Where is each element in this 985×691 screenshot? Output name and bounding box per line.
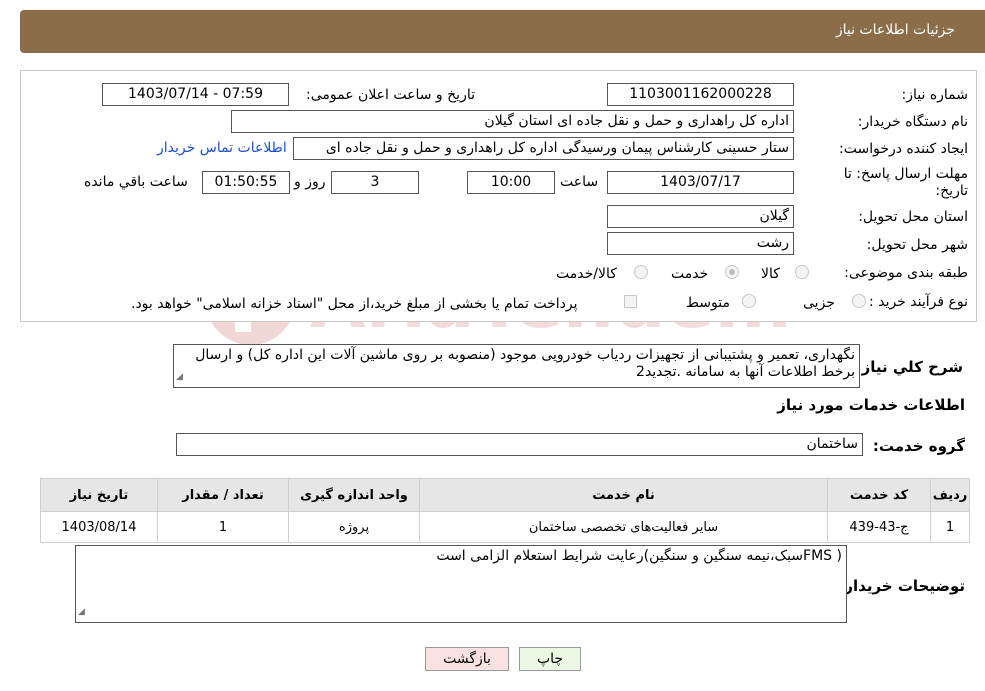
resize-grip-icon[interactable]: ◢	[176, 369, 183, 386]
table-row: 1 ج-43-439 سایر فعالیت‌های تخصصی ساختمان…	[40, 511, 970, 543]
page-header: جزئیات اطلاعات نیاز	[20, 10, 985, 53]
cell-quantity: 1	[157, 511, 289, 543]
category-service-label: خدمت	[671, 266, 709, 282]
col-quantity: تعداد / مقدار	[157, 478, 289, 512]
need-number-label: شماره نیاز:	[901, 87, 969, 103]
col-unit: واحد اندازه گیری	[288, 478, 420, 512]
buyer-contact-link[interactable]: اطلاعات تماس خریدار	[157, 140, 287, 156]
service-group-label: گروه خدمت:	[872, 437, 965, 455]
remaining-days-field: 3	[331, 171, 419, 194]
province-label: استان محل تحویل:	[858, 209, 968, 225]
details-panel	[20, 70, 977, 322]
col-service-code: کد خدمت	[827, 478, 931, 512]
services-table-header: ردیف کد خدمت نام خدمت واحد اندازه گیری ت…	[40, 478, 970, 512]
description-label: شرح کلي نیاز:	[855, 358, 963, 376]
purchase-medium-radio[interactable]	[742, 294, 756, 308]
remaining-label: ساعت باقي مانده	[84, 174, 188, 190]
col-service-name: نام خدمت	[419, 478, 828, 512]
cell-service-name: سایر فعالیت‌های تخصصی ساختمان	[419, 511, 828, 543]
service-group-field: ساختمان	[176, 433, 863, 456]
buyer-notes-text: ( FMSسبک،نیمه سنگین و سنگین)رعایت شرایط …	[436, 548, 842, 564]
purchase-minor-label: جزیی	[803, 295, 835, 311]
resize-grip-icon[interactable]: ◢	[78, 604, 85, 621]
deadline-label: مهلت ارسال پاسخ: تا	[843, 166, 968, 182]
cell-service-code: ج-43-439	[827, 511, 931, 543]
col-need-date: تاریخ نیاز	[40, 478, 158, 512]
col-row-number: ردیف	[930, 478, 970, 512]
services-table: ردیف کد خدمت نام خدمت واحد اندازه گیری ت…	[40, 478, 970, 543]
cell-row-number: 1	[930, 511, 970, 543]
category-label: طبقه بندی موضوعی:	[844, 265, 968, 281]
print-button[interactable]: چاپ	[519, 647, 581, 671]
buyer-org-label: نام دستگاه خریدار:	[857, 114, 968, 130]
back-button[interactable]: بازگشت	[425, 647, 509, 671]
category-goods-service-label: کالا/خدمت	[556, 266, 617, 282]
category-goods-radio[interactable]	[795, 265, 809, 279]
cell-unit: پروژه	[288, 511, 420, 543]
days-label: روز و	[294, 174, 326, 190]
services-section-title: اطلاعات خدمات مورد نیاز	[777, 396, 965, 414]
description-text: نگهداری، تعمیر و پشتیبانی از تجهیزات ردی…	[195, 347, 855, 380]
deadline-time-label: ساعت	[560, 174, 599, 190]
purchase-minor-radio[interactable]	[852, 294, 866, 308]
deadline-time-field: 10:00	[467, 171, 555, 194]
purchase-medium-label: متوسط	[686, 295, 730, 311]
announce-datetime-label: تاریخ و ساعت اعلان عمومی:	[306, 87, 475, 103]
purchase-type-label: نوع فرآیند خرید :	[869, 294, 968, 310]
province-field: گیلان	[607, 205, 794, 228]
buyer-notes-label: توضیحات خریدار:	[838, 577, 965, 595]
buyer-notes-textarea[interactable]: ( FMSسبک،نیمه سنگین و سنگین)رعایت شرایط …	[75, 545, 847, 623]
deadline-label-date: تاریخ:	[935, 183, 968, 199]
announce-datetime-field: 1403/07/14 - 07:59	[102, 83, 289, 106]
category-service-radio[interactable]	[725, 265, 739, 279]
remaining-time-field: 01:50:55	[202, 171, 290, 194]
deadline-date-field: 1403/07/17	[607, 171, 794, 194]
description-textarea[interactable]: نگهداری، تعمیر و پشتیبانی از تجهیزات ردی…	[173, 344, 860, 388]
page-title: جزئیات اطلاعات نیاز	[835, 22, 955, 38]
city-label: شهر محل تحویل:	[866, 237, 968, 253]
requester-label: ایجاد کننده درخواست:	[839, 141, 968, 157]
cell-need-date: 1403/08/14	[40, 511, 158, 543]
category-goods-service-radio[interactable]	[634, 265, 648, 279]
treasury-payment-note: پرداخت تمام یا بخشی از مبلغ خرید،از محل …	[131, 296, 578, 312]
buyer-org-field: اداره کل راهداری و حمل و نقل جاده ای است…	[231, 110, 794, 133]
treasury-payment-checkbox[interactable]	[624, 295, 637, 308]
category-goods-label: کالا	[761, 266, 780, 282]
city-field: رشت	[607, 232, 794, 255]
requester-field: ستار حسینی کارشناس پیمان ورسیدگی اداره ک…	[293, 137, 794, 160]
need-number-field: 1103001162000228	[607, 83, 794, 106]
